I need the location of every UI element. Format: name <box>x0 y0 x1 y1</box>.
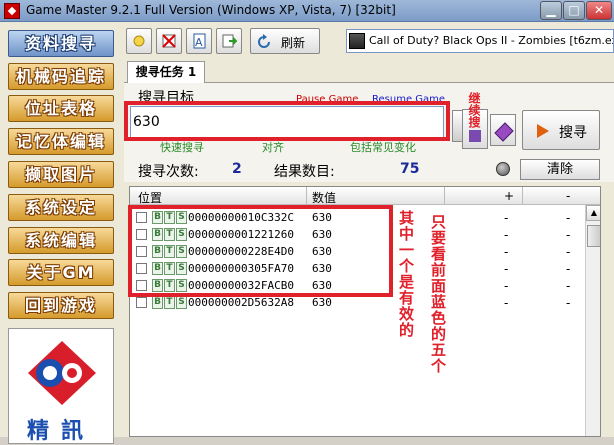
game-process-label: Call of Duty? Black Ops II - Zombies [t6… <box>369 34 614 47</box>
row-plus: - <box>504 296 509 310</box>
sidebar-item-back-to-game[interactable]: 回到游戏 <box>8 292 114 319</box>
result-count-value: 75 <box>400 161 420 177</box>
scroll-up-icon[interactable]: ▲ <box>586 205 600 221</box>
status-indicator-icon <box>496 162 510 176</box>
row-value: 630 <box>312 296 332 309</box>
export-icon <box>222 34 237 48</box>
column-header-address[interactable]: 位置 <box>138 189 162 206</box>
search-button-label: 搜寻 <box>559 125 587 141</box>
row-plus: - <box>504 211 509 225</box>
sidebar-item-system-settings[interactable]: 系统设定 <box>8 194 114 221</box>
toolbar-export-button[interactable] <box>216 28 242 54</box>
annotation-one-valid: 其中一个是有效的 <box>397 210 415 338</box>
search-count-value: 2 <box>232 161 242 177</box>
annotation-box-input <box>124 101 450 141</box>
annotation-continue-search: 继续搜 <box>467 92 481 128</box>
tag-t-icon: T <box>164 296 175 309</box>
search-stats: 搜寻次数: 2 结果数目: 75 清除 <box>124 158 614 182</box>
sidebar-item-address-table[interactable]: 位址表格 <box>8 95 114 122</box>
toolbar-text-button[interactable]: A <box>186 28 212 54</box>
annotation-look-blue-five: 只要看前面蓝色的五个 <box>429 214 447 374</box>
row-minus: - <box>566 279 571 293</box>
row-minus: - <box>566 211 571 225</box>
tab-search-task-1[interactable]: 搜寻任务 1 <box>127 61 205 83</box>
option-align[interactable]: 对齐 <box>262 139 284 155</box>
results-scrollbar[interactable]: ▲ <box>585 205 600 436</box>
search-options: 快速搜寻 对齐 包括常见变化 <box>124 139 454 155</box>
clear-button[interactable]: 清除 <box>520 159 600 180</box>
eraser-icon <box>494 122 514 142</box>
search-button[interactable]: 搜寻 <box>522 110 600 150</box>
sidebar-item-capture-image[interactable]: 撷取图片 <box>8 161 114 188</box>
column-header-value[interactable]: 数值 <box>312 189 336 206</box>
toolbar-new-button[interactable] <box>126 28 152 54</box>
annotation-box-results <box>128 205 393 297</box>
maximize-button[interactable]: □ <box>563 1 585 20</box>
row-plus: - <box>504 245 509 259</box>
window-title: Game Master 9.2.1 Full Version (Windows … <box>26 3 396 17</box>
sidebar-item-data-search[interactable]: 资料搜寻 <box>8 30 114 57</box>
svg-text:A: A <box>195 36 203 49</box>
option-fast-search[interactable]: 快速搜寻 <box>160 139 204 155</box>
refresh-icon <box>258 34 270 48</box>
delete-icon <box>162 34 176 48</box>
tag-s-icon: S <box>176 296 187 309</box>
column-header-minus[interactable]: - <box>566 189 570 203</box>
play-arrow-icon <box>537 124 549 138</box>
sidebar-item-code-trace[interactable]: 机械码追踪 <box>8 63 114 90</box>
title-bar[interactable]: Game Master 9.2.1 Full Version (Windows … <box>0 0 614 22</box>
row-minus: - <box>566 228 571 242</box>
sparkle-icon <box>133 35 145 47</box>
text-document-icon: A <box>193 33 206 49</box>
game-master-window: Game Master 9.2.1 Full Version (Windows … <box>0 0 614 444</box>
app-icon <box>4 3 20 19</box>
scroll-thumb[interactable] <box>587 225 600 247</box>
close-button[interactable]: ✕ <box>586 1 612 20</box>
row-minus: - <box>566 296 571 310</box>
toolbar-delete-button[interactable] <box>156 28 182 54</box>
publisher-logo-icon <box>28 341 96 405</box>
search-count-label: 搜寻次数: <box>138 164 199 180</box>
toolbar: A 刷新 Call of Duty? Black Ops II - Zombie… <box>122 26 614 56</box>
eraser-button[interactable] <box>490 114 516 146</box>
sidebar-item-memory-edit[interactable]: 记忆体编辑 <box>8 128 114 155</box>
row-address: 000000002D5632A8 <box>188 296 294 309</box>
sidebar-item-about-gm[interactable]: 关于GM <box>8 259 114 286</box>
row-checkbox[interactable] <box>136 297 147 308</box>
row-plus: - <box>504 279 509 293</box>
refresh-button[interactable]: 刷新 <box>250 28 320 54</box>
result-count-label: 结果数目: <box>274 164 335 180</box>
row-plus: - <box>504 262 509 276</box>
publisher-logo-text: 精訊 <box>26 419 95 444</box>
tag-b-icon: B <box>152 296 163 309</box>
sidebar-item-system-edit[interactable]: 系统编辑 <box>8 227 114 254</box>
sidebar: 资料搜寻 机械码追踪 位址表格 记忆体编辑 撷取图片 系统设定 系统编辑 关于G… <box>0 22 120 444</box>
refresh-label: 刷新 <box>281 36 306 50</box>
game-icon <box>349 33 365 49</box>
minimize-button[interactable]: ▁ <box>540 1 562 20</box>
row-minus: - <box>566 245 571 259</box>
results-table-header: 位置 数值 + - <box>130 187 600 206</box>
game-process-select[interactable]: Call of Duty? Black Ops II - Zombies [t6… <box>346 29 614 53</box>
column-header-plus[interactable]: + <box>504 189 514 203</box>
row-plus: - <box>504 228 509 242</box>
row-minus: - <box>566 262 571 276</box>
option-common-changes[interactable]: 包括常见变化 <box>350 139 416 155</box>
logo-panel: 精訊 <box>8 328 114 444</box>
